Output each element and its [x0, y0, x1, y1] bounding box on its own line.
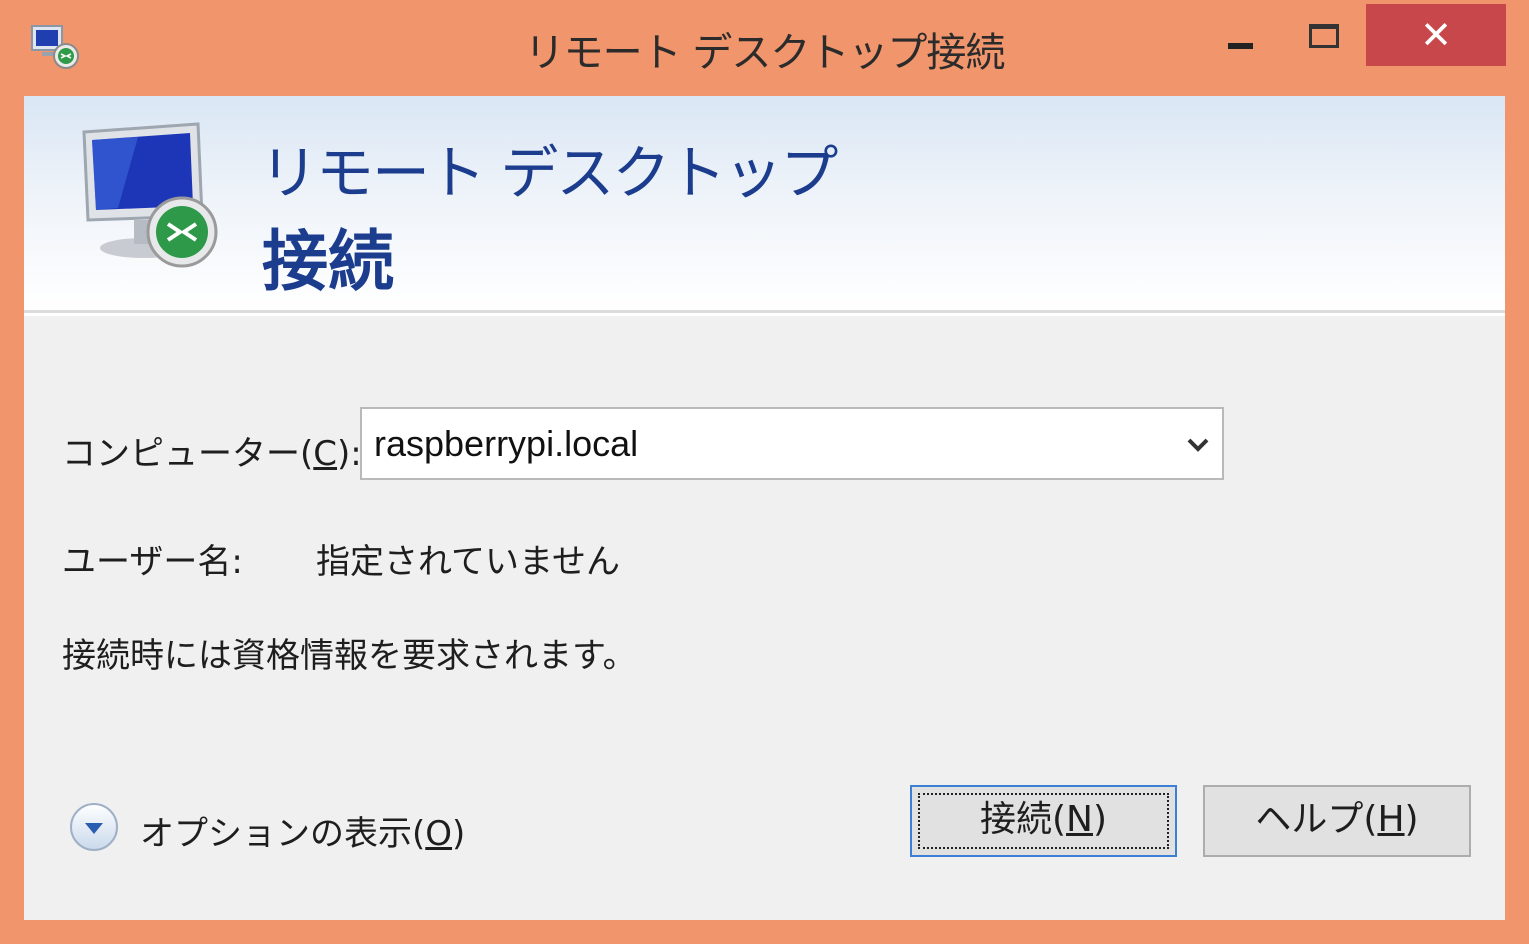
- minimize-icon: [1228, 43, 1253, 49]
- credentials-message: 接続時には資格情報を要求されます。: [62, 636, 637, 676]
- computer-label: コンピューター(C):: [62, 434, 362, 474]
- close-icon: ✕: [1420, 13, 1452, 57]
- maximize-button[interactable]: [1290, 12, 1360, 68]
- computer-input[interactable]: raspberrypi.local: [374, 423, 638, 465]
- username-value: 指定されていません: [316, 542, 620, 582]
- connect-button[interactable]: 接続(N): [910, 785, 1177, 857]
- help-button[interactable]: ヘルプ(H): [1203, 785, 1471, 857]
- chevron-down-icon[interactable]: [1186, 437, 1210, 453]
- remote-desktop-window: リモート デスクトップ接続 ✕ リモート デスクトップ 接続 コンピューター(C…: [0, 0, 1529, 944]
- minimize-button[interactable]: [1206, 12, 1276, 68]
- computer-combobox[interactable]: raspberrypi.local: [360, 407, 1224, 480]
- dialog-client-area: リモート デスクトップ 接続 コンピューター(C): raspberrypi.l…: [24, 96, 1505, 920]
- header-title-line1: リモート デスクトップ: [260, 139, 838, 207]
- close-button[interactable]: ✕: [1366, 4, 1506, 66]
- username-label: ユーザー名:: [62, 542, 243, 582]
- banner-divider-highlight: [24, 313, 1505, 316]
- monitor-connect-icon: [82, 122, 218, 268]
- expand-options-icon[interactable]: [68, 801, 120, 853]
- header-banner: リモート デスクトップ 接続: [24, 96, 1505, 310]
- show-options-link[interactable]: オプションの表示(O): [140, 806, 465, 855]
- header-title-line2: 接続: [262, 223, 394, 300]
- title-bar[interactable]: リモート デスクトップ接続 ✕: [0, 0, 1529, 96]
- maximize-icon: [1309, 24, 1339, 48]
